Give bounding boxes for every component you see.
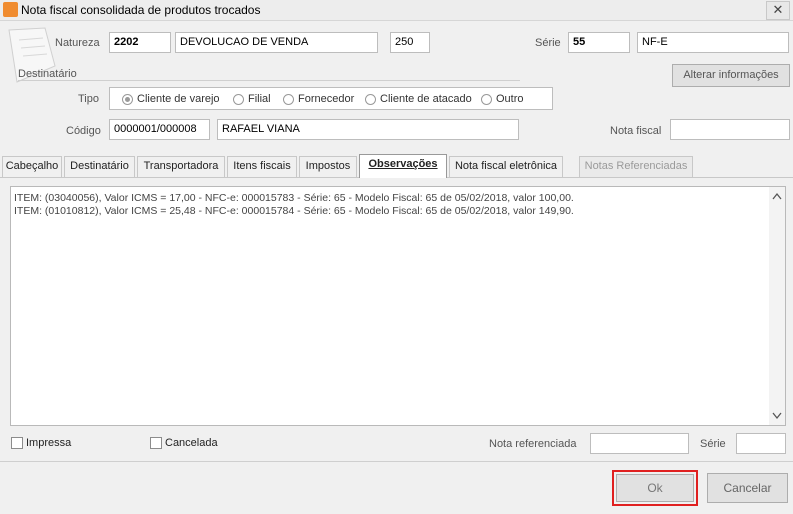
- scroll-arrows-icon: [772, 192, 782, 420]
- nota-fiscal-label: Nota fiscal: [610, 125, 662, 137]
- tab-nota-fiscal-eletronica[interactable]: Nota fiscal eletrônica: [449, 156, 563, 177]
- nota-referenciada-label: Nota referenciada: [489, 438, 577, 450]
- radio-cliente-varejo[interactable]: Cliente de varejo: [122, 93, 220, 105]
- window-title: Nota fiscal consolidada de produtos troc…: [21, 3, 261, 17]
- observacao-line: ITEM: (03040056), Valor ICMS = 17,00 - N…: [14, 192, 574, 204]
- nota-fiscal-field[interactable]: [670, 119, 790, 140]
- cancelar-button[interactable]: Cancelar: [707, 473, 788, 503]
- observacoes-textarea[interactable]: ITEM: (03040056), Valor ICMS = 17,00 - N…: [10, 186, 786, 426]
- tipo-radio-group: Cliente de varejo Filial Fornecedor Clie…: [109, 87, 553, 110]
- radio-selected-icon: [122, 93, 133, 105]
- codigo-label: Código: [66, 125, 101, 137]
- natureza-description-field[interactable]: DEVOLUCAO DE VENDA: [175, 32, 378, 53]
- radio-fornecedor[interactable]: Fornecedor: [283, 93, 354, 105]
- radio-cliente-atacado[interactable]: Cliente de atacado: [365, 93, 472, 105]
- tab-cabecalho[interactable]: Cabeçalho: [2, 156, 62, 177]
- ok-button[interactable]: Ok: [616, 474, 694, 502]
- serie-field[interactable]: 55: [568, 32, 630, 53]
- natureza-label: Natureza: [55, 37, 100, 49]
- serie-type-field[interactable]: NF-E: [637, 32, 789, 53]
- radio-icon: [481, 93, 492, 105]
- observacao-line: ITEM: (01010812), Valor ICMS = 25,48 - N…: [14, 205, 574, 217]
- app-icon: [3, 2, 18, 17]
- radio-icon: [233, 93, 244, 105]
- section-divider: [18, 80, 520, 81]
- cliente-nome-field[interactable]: RAFAEL VIANA: [217, 119, 519, 140]
- footer-serie-label: Série: [700, 438, 726, 450]
- destinatario-label: Destinatário: [18, 68, 77, 80]
- footer-divider: [0, 461, 793, 462]
- impressa-checkbox[interactable]: [11, 437, 23, 449]
- natureza-number-field[interactable]: 250: [390, 32, 430, 53]
- radio-icon: [283, 93, 294, 105]
- vertical-scrollbar[interactable]: [769, 187, 785, 425]
- tipo-label: Tipo: [78, 93, 99, 105]
- codigo-field[interactable]: 0000001/000008: [109, 119, 210, 140]
- serie-label: Série: [535, 37, 561, 49]
- radio-outro[interactable]: Outro: [481, 93, 524, 105]
- radio-filial[interactable]: Filial: [233, 93, 271, 105]
- cancelada-checkbox[interactable]: [150, 437, 162, 449]
- close-button[interactable]: ✕: [766, 1, 790, 20]
- cancelada-label: Cancelada: [165, 437, 218, 449]
- impressa-label: Impressa: [26, 437, 72, 449]
- footer-serie-field[interactable]: [736, 433, 786, 454]
- tab-itens-fiscais[interactable]: Itens fiscais: [227, 156, 297, 177]
- tab-notas-referenciadas: Notas Referenciadas: [579, 156, 693, 177]
- tab-observacoes[interactable]: Observações: [359, 154, 447, 178]
- radio-icon: [365, 93, 376, 105]
- tab-impostos[interactable]: Impostos: [299, 156, 357, 177]
- nota-referenciada-field[interactable]: [590, 433, 689, 454]
- alterar-informacoes-button[interactable]: Alterar informações: [672, 64, 790, 87]
- natureza-code-field[interactable]: 2202: [109, 32, 171, 53]
- tab-transportadora[interactable]: Transportadora: [137, 156, 225, 177]
- tab-destinatario[interactable]: Destinatário: [64, 156, 135, 177]
